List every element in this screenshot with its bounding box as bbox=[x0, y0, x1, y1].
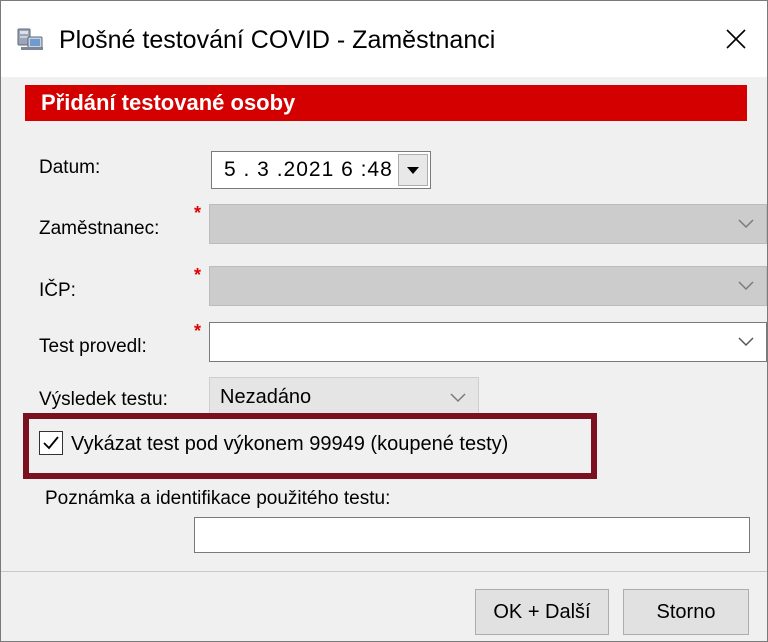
tested-by-select[interactable] bbox=[209, 322, 767, 362]
title-bar: Plošné testování COVID - Zaměstnanci bbox=[1, 1, 767, 77]
date-picker[interactable]: 5 . 3 .2021 6 :48 bbox=[211, 151, 431, 189]
close-icon bbox=[726, 29, 746, 49]
report-checkbox[interactable] bbox=[39, 431, 63, 455]
result-select[interactable]: Nezadáno bbox=[209, 377, 479, 417]
checkmark-icon bbox=[43, 436, 59, 450]
chevron-down-icon bbox=[738, 337, 754, 347]
chevron-down-icon bbox=[738, 281, 754, 291]
required-marker: * bbox=[194, 321, 202, 341]
window-title: Plošné testování COVID - Zaměstnanci bbox=[59, 26, 496, 54]
required-marker: * bbox=[194, 203, 202, 223]
note-input[interactable] bbox=[194, 517, 750, 553]
close-button[interactable] bbox=[705, 1, 767, 77]
required-marker: * bbox=[194, 265, 202, 285]
employee-select[interactable] bbox=[209, 204, 767, 244]
dialog-window: Plošné testování COVID - Zaměstnanci Při… bbox=[0, 0, 768, 642]
date-value: 5 . 3 .2021 6 :48 bbox=[224, 158, 393, 181]
ok-next-button[interactable]: OK + Další bbox=[475, 589, 609, 635]
chevron-down-icon bbox=[738, 219, 754, 229]
tested-by-label: Test provedl: bbox=[39, 336, 147, 357]
section-header: Přidání testované osoby bbox=[25, 85, 747, 121]
note-label: Poznámka a identifikace použitého testu: bbox=[45, 488, 391, 509]
cancel-button[interactable]: Storno bbox=[623, 589, 749, 635]
date-dropdown-button[interactable] bbox=[398, 154, 428, 186]
computer-network-icon bbox=[17, 28, 43, 50]
employee-label: Zaměstnanec: bbox=[39, 218, 160, 239]
result-value: Nezadáno bbox=[220, 386, 312, 408]
icp-select[interactable] bbox=[209, 266, 767, 306]
report-checkbox-label[interactable]: Vykázat test pod výkonem 99949 (koupené … bbox=[71, 432, 508, 456]
dropdown-arrow-icon bbox=[407, 167, 419, 174]
icp-label: IČP: bbox=[39, 280, 76, 301]
date-label: Datum: bbox=[39, 157, 101, 178]
chevron-down-icon bbox=[450, 393, 466, 403]
result-label: Výsledek testu: bbox=[39, 389, 168, 410]
